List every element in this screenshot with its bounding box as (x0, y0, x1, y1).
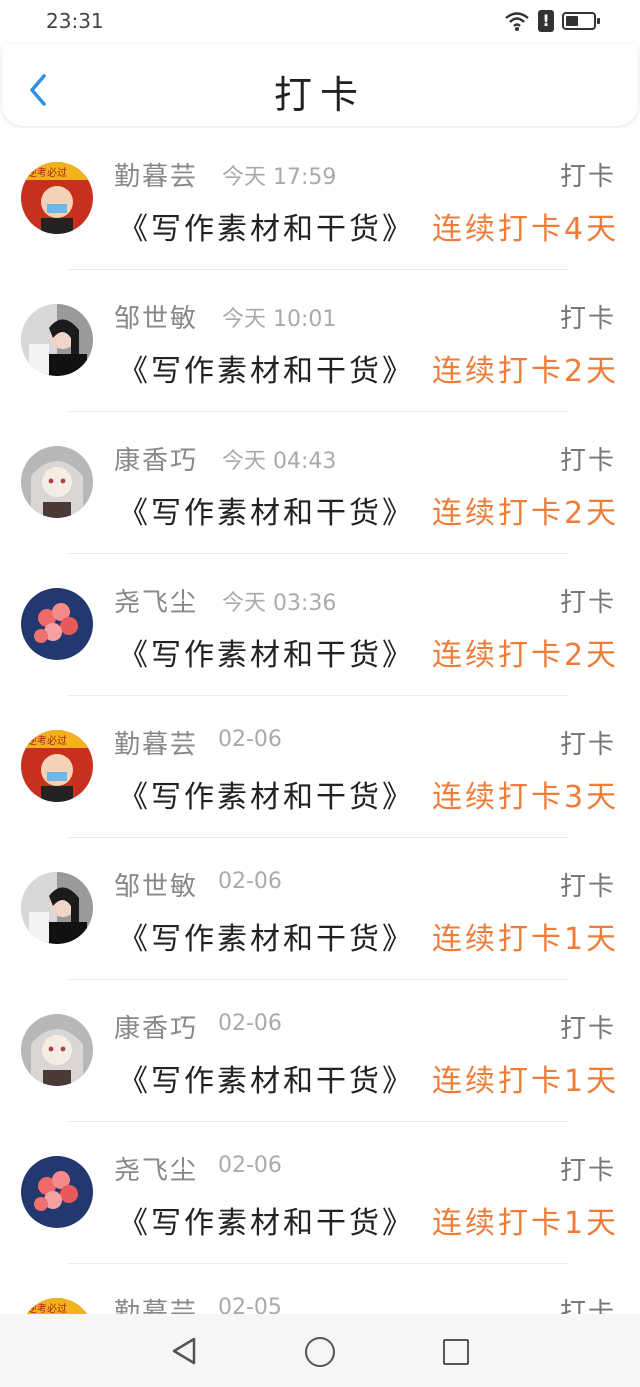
checkin-time: 02-05 (218, 1295, 282, 1314)
battery-icon (562, 12, 600, 30)
book-title[interactable]: 《写作素材和干货》 (118, 1064, 415, 1099)
avatar-red-image: 逆考必过 (21, 162, 93, 234)
streak-label: 连续打卡2天 (432, 354, 620, 389)
book-title[interactable]: 《写作素材和干货》 (118, 1206, 415, 1241)
home-circle-icon[interactable] (305, 1337, 335, 1367)
user-name: 邹世敏 (114, 872, 199, 902)
checkin-time: 今天 10:01 (222, 307, 337, 332)
avatar-balloons-image (21, 1156, 93, 1228)
avatar-balloons-image (21, 588, 93, 660)
avatar[interactable] (21, 1014, 93, 1086)
action-label: 打卡 (559, 1014, 616, 1044)
status-bar: 23:31 ! (0, 0, 640, 44)
avatar-red-image: 逆考必过 (21, 730, 93, 802)
checkin-time: 02-06 (218, 1153, 282, 1178)
user-name: 尧飞尘 (114, 1156, 199, 1186)
list-item[interactable]: 邹世敏 02-06 打卡 《写作素材和干货》 连续打卡1天 (0, 838, 640, 980)
checkin-detail: 《写作素材和干货》 连续打卡4天 (118, 204, 616, 248)
user-name: 康香巧 (114, 1014, 199, 1044)
avatar-red-image: 逆考必过 (21, 1298, 93, 1314)
avatar[interactable] (21, 446, 93, 518)
action-label: 打卡 (559, 872, 616, 902)
user-name: 尧飞尘 (114, 588, 199, 618)
avatar[interactable] (21, 588, 93, 660)
user-name: 康香巧 (114, 446, 199, 476)
page-title: 打卡 (273, 73, 366, 117)
action-label: 打卡 (559, 1298, 616, 1314)
avatar[interactable]: 逆考必过 (21, 1298, 93, 1314)
user-name: 邹世敏 (114, 304, 199, 334)
checkin-time: 02-06 (218, 869, 282, 894)
streak-label: 连续打卡2天 (432, 496, 620, 531)
avatar-anime-image (21, 1014, 93, 1086)
avatar[interactable]: 逆考必过 (21, 162, 93, 234)
svg-text:逆考必过: 逆考必过 (27, 1302, 67, 1314)
status-icons: ! (504, 10, 600, 32)
streak-label: 连续打卡1天 (432, 922, 620, 957)
user-name: 勤暮芸 (114, 730, 199, 760)
app-header: 打卡 (2, 44, 638, 126)
action-label: 打卡 (559, 730, 616, 760)
streak-label: 连续打卡2天 (432, 638, 620, 673)
action-label: 打卡 (559, 304, 616, 334)
checkin-time: 02-06 (218, 727, 282, 752)
recents-square-icon[interactable] (443, 1339, 469, 1365)
back-triangle-icon[interactable] (170, 1336, 198, 1366)
user-name: 勤暮芸 (114, 162, 199, 192)
checkin-time: 今天 04:43 (222, 449, 337, 474)
book-title[interactable]: 《写作素材和干货》 (118, 638, 415, 673)
book-title[interactable]: 《写作素材和干货》 (118, 212, 415, 247)
checkin-detail: 《写作素材和干货》 连续打卡2天 (118, 346, 616, 390)
checkin-detail: 《写作素材和干货》 连续打卡1天 (118, 914, 616, 958)
list-item[interactable]: 康香巧 02-06 打卡 《写作素材和干货》 连续打卡1天 (0, 980, 640, 1122)
streak-label: 连续打卡3天 (432, 780, 620, 815)
svg-text:逆考必过: 逆考必过 (27, 734, 67, 747)
action-label: 打卡 (559, 588, 616, 618)
alert-icon: ! (538, 10, 554, 32)
status-time: 23:31 (46, 9, 104, 33)
checkin-detail: 《写作素材和干货》 连续打卡1天 (118, 1198, 616, 1242)
streak-label: 连续打卡1天 (432, 1206, 620, 1241)
avatar-girl-image (21, 872, 93, 944)
action-label: 打卡 (559, 162, 616, 192)
avatar[interactable]: 逆考必过 (21, 730, 93, 802)
avatar[interactable] (21, 872, 93, 944)
action-label: 打卡 (559, 446, 616, 476)
list-item[interactable]: 康香巧 今天 04:43 打卡 《写作素材和干货》 连续打卡2天 (0, 412, 640, 554)
system-nav-bar (0, 1314, 640, 1387)
avatar[interactable] (21, 1156, 93, 1228)
book-title[interactable]: 《写作素材和干货》 (118, 922, 415, 957)
list-item[interactable]: 尧飞尘 今天 03:36 打卡 《写作素材和干货》 连续打卡2天 (0, 554, 640, 696)
checkin-list[interactable]: 逆考必过 勤暮芸 今天 17:59 打卡 《写作素材和干货》 连续打卡4天 邹世… (0, 128, 640, 1314)
checkin-time: 今天 17:59 (222, 165, 337, 190)
action-label: 打卡 (559, 1156, 616, 1186)
list-item[interactable]: 逆考必过 勤暮芸 02-06 打卡 《写作素材和干货》 连续打卡3天 (0, 696, 640, 838)
wifi-icon (505, 12, 529, 31)
streak-label: 连续打卡1天 (432, 1064, 620, 1099)
svg-text:逆考必过: 逆考必过 (27, 166, 67, 179)
avatar-girl-image (21, 304, 93, 376)
checkin-detail: 《写作素材和干货》 连续打卡2天 (118, 488, 616, 532)
list-item[interactable]: 逆考必过 勤暮芸 02-05 打卡 (0, 1264, 640, 1314)
list-item[interactable]: 逆考必过 勤暮芸 今天 17:59 打卡 《写作素材和干货》 连续打卡4天 (0, 128, 640, 270)
checkin-time: 今天 03:36 (222, 591, 337, 616)
list-item[interactable]: 尧飞尘 02-06 打卡 《写作素材和干货》 连续打卡1天 (0, 1122, 640, 1264)
book-title[interactable]: 《写作素材和干货》 (118, 780, 415, 815)
checkin-detail: 《写作素材和干货》 连续打卡3天 (118, 772, 616, 816)
checkin-time: 02-06 (218, 1011, 282, 1036)
avatar[interactable] (21, 304, 93, 376)
book-title[interactable]: 《写作素材和干货》 (118, 354, 415, 389)
checkin-detail: 《写作素材和干货》 连续打卡2天 (118, 630, 616, 674)
user-name: 勤暮芸 (114, 1298, 199, 1314)
avatar-anime-image (21, 446, 93, 518)
list-item[interactable]: 邹世敏 今天 10:01 打卡 《写作素材和干货》 连续打卡2天 (0, 270, 640, 412)
checkin-detail: 《写作素材和干货》 连续打卡1天 (118, 1056, 616, 1100)
streak-label: 连续打卡4天 (432, 212, 620, 247)
book-title[interactable]: 《写作素材和干货》 (118, 496, 415, 531)
